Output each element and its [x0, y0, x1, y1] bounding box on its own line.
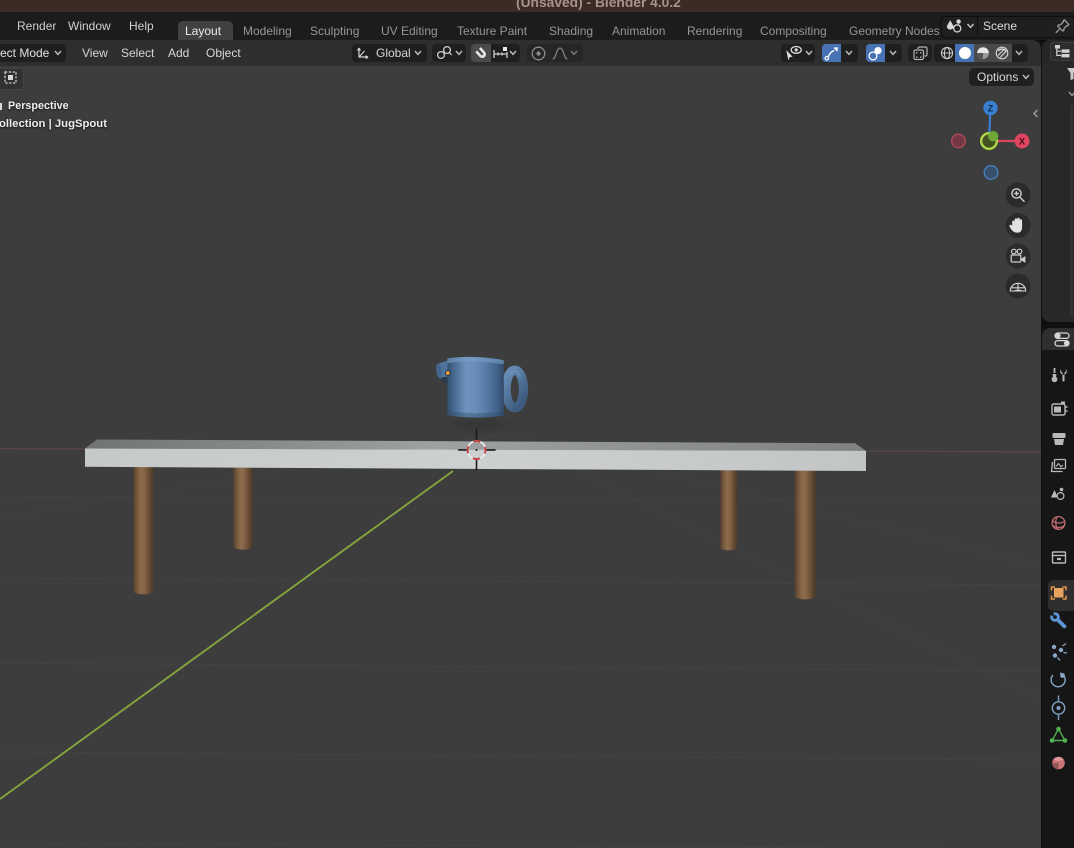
svg-text:X: X — [1019, 136, 1025, 146]
svg-text:Z: Z — [988, 103, 994, 113]
